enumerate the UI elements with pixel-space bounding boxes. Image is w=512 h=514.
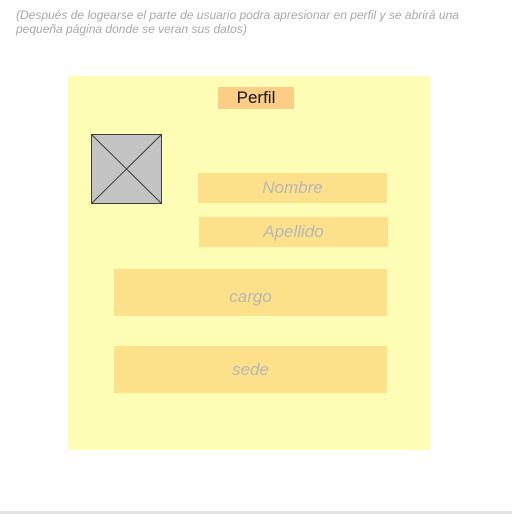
- profile-card: Perfil Nombre Apellido cargo sede: [68, 76, 430, 450]
- apellido-field: Apellido: [199, 217, 388, 247]
- image-placeholder-icon: [91, 134, 162, 204]
- cargo-field: cargo: [114, 269, 387, 316]
- nombre-field: Nombre: [198, 173, 387, 203]
- sede-field: sede: [114, 346, 387, 393]
- profile-title: Perfil: [218, 87, 294, 109]
- avatar-placeholder: [91, 134, 162, 204]
- instruction-note: (Después de logearse el parte de usuario…: [16, 8, 459, 36]
